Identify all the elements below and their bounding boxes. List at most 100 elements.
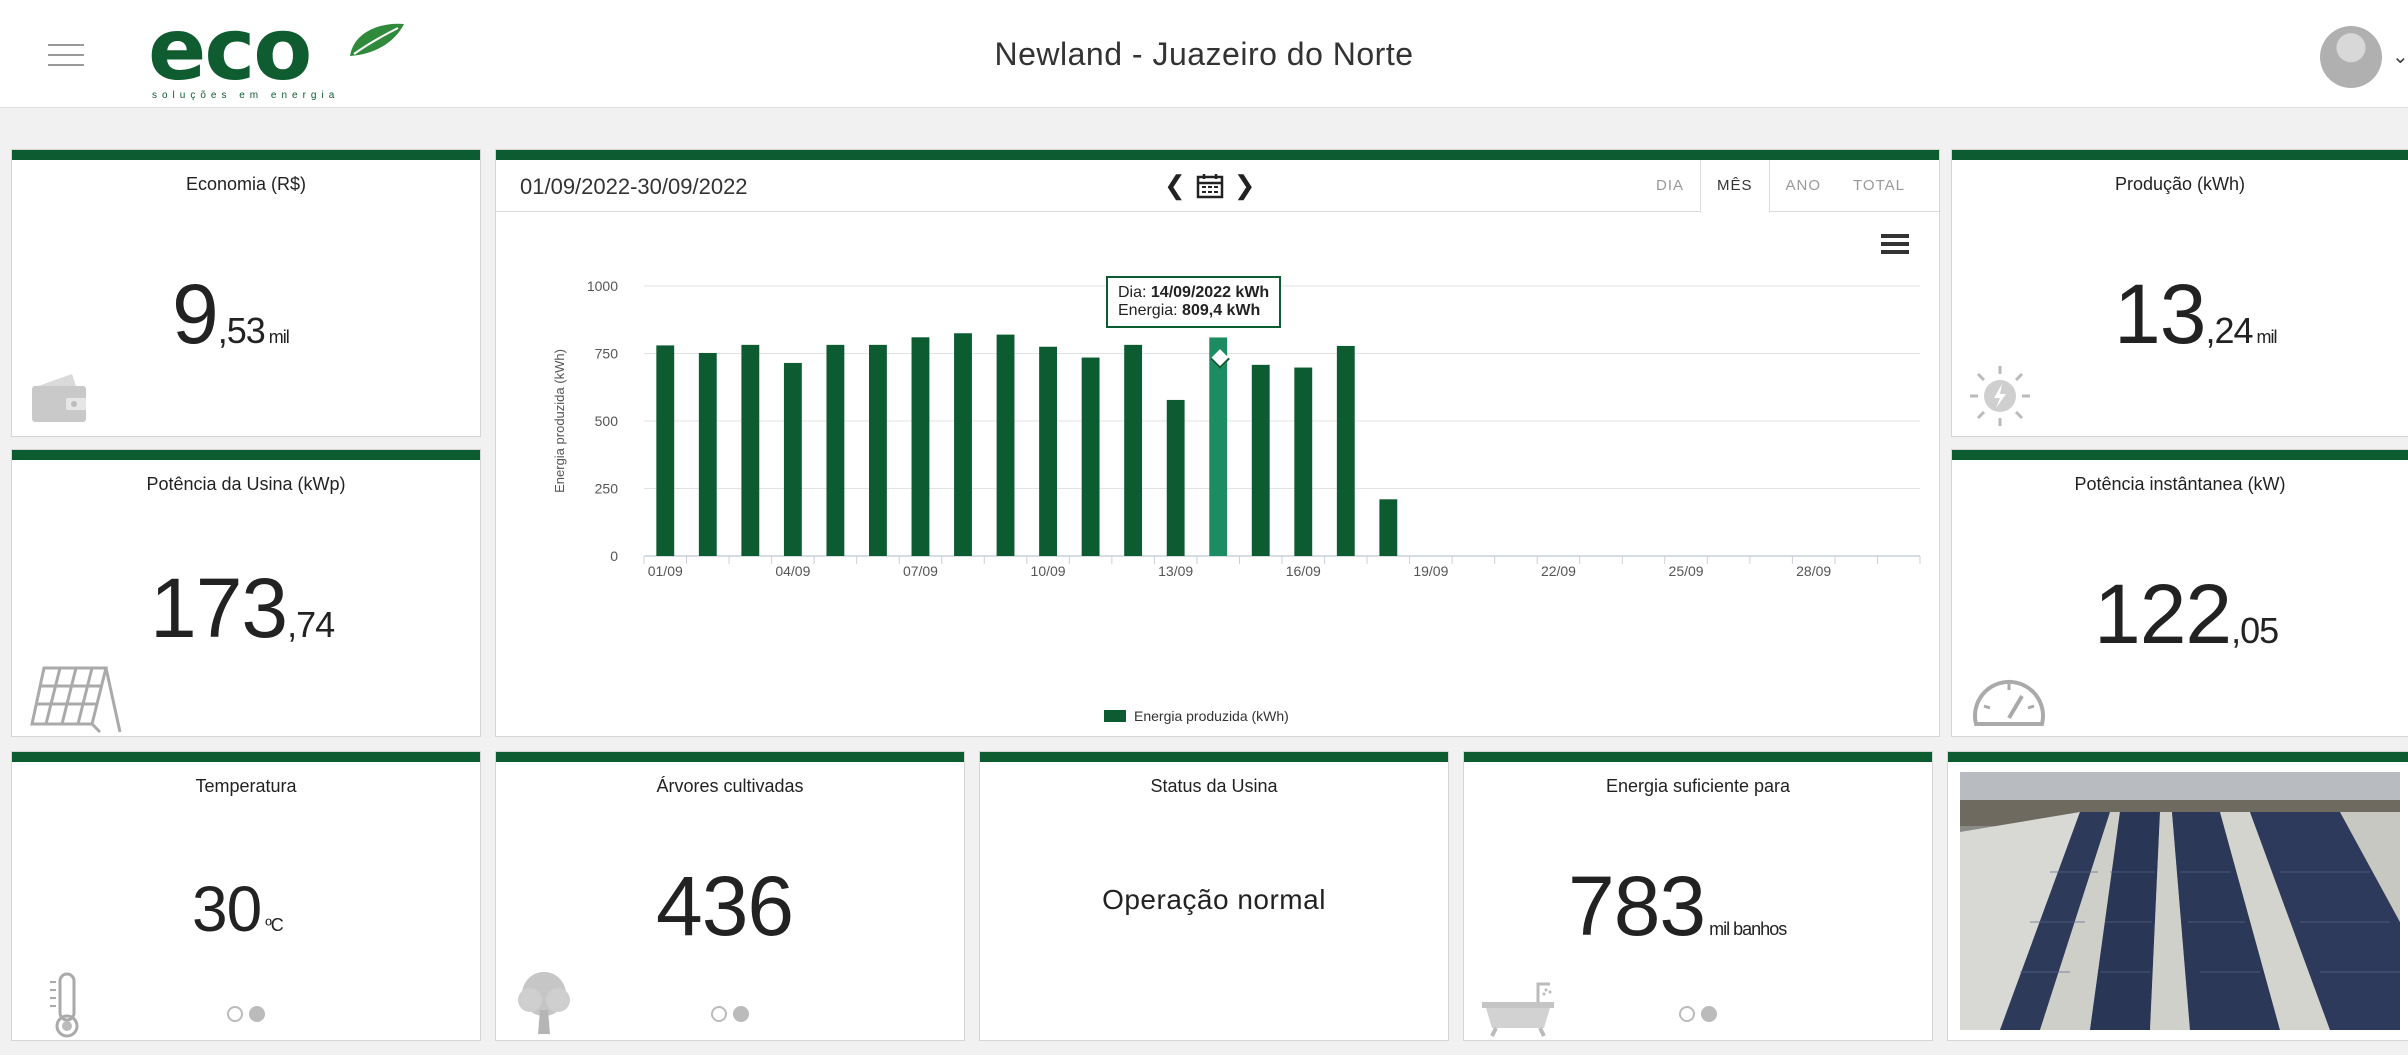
temperatura-card: Temperatura 30 ºC: [12, 752, 480, 1040]
carousel-dot-active[interactable]: [1701, 1006, 1717, 1022]
bar: [1039, 346, 1057, 556]
value-decimal: ,24: [2205, 310, 2253, 351]
tab-total[interactable]: TOTAL: [1837, 160, 1921, 212]
bar: [1336, 345, 1355, 556]
card-title: Status da Usina: [1150, 776, 1278, 796]
bar: [1294, 367, 1313, 556]
solar-plant-photo[interactable]: [1960, 772, 2400, 1030]
carousel-dot[interactable]: [711, 1006, 727, 1022]
period-tabs: DIA MÊS ANO TOTAL: [1640, 160, 1921, 213]
value-integer: 9: [172, 267, 219, 361]
solar-panel-icon: [30, 666, 122, 734]
value-unit: mil: [268, 327, 290, 347]
energy-chart-card: 01/09/2022-30/09/2022 ❮ ❯ DIA MÊS ANO TO…: [496, 150, 1939, 736]
arvores-card: Árvores cultivadas 436: [496, 752, 964, 1040]
tooltip-day-label: Dia:: [1118, 284, 1147, 301]
tooltip-energy-label: Energia:: [1118, 302, 1178, 319]
date-range: 01/09/2022-30/09/2022: [520, 174, 748, 199]
carousel-dot[interactable]: [227, 1006, 243, 1022]
sun-bolt-icon: [1970, 366, 2030, 426]
status-card: Status da Usina Operação normal: [980, 752, 1448, 1040]
value-integer: 13: [2114, 267, 2206, 361]
bar: [1124, 344, 1143, 556]
tab-ano[interactable]: ANO: [1770, 160, 1838, 212]
value-decimal: ,53: [217, 310, 266, 351]
chevron-down-icon[interactable]: ⌄: [2392, 44, 2408, 69]
card-title: Potência da Usina (kWp): [146, 474, 346, 494]
x-tick-label: 28/09: [1796, 563, 1831, 579]
bathtub-icon: [1482, 982, 1554, 1037]
status-value: Operação normal: [1102, 884, 1326, 915]
card-title: Árvores cultivadas: [656, 776, 804, 796]
x-tick-label: 13/09: [1158, 563, 1193, 579]
potencia-instantanea-value: 122,05: [2094, 566, 2279, 663]
tree-icon: [518, 972, 570, 1034]
x-tick-label: 01/09: [648, 563, 683, 579]
bar: [1209, 337, 1228, 556]
speedometer-icon: [1973, 679, 2045, 726]
tooltip-energy-value: 809,4 kWh: [1182, 302, 1261, 319]
y-axis-label: Energia produzida (kWh): [552, 349, 567, 493]
bar: [1166, 399, 1185, 556]
card-title: Temperatura: [195, 776, 297, 796]
thermometer-icon: [50, 972, 79, 1038]
calendar-icon[interactable]: [1196, 173, 1224, 199]
wallet-icon: [32, 374, 86, 422]
bar: [911, 337, 930, 556]
bar: [996, 334, 1015, 556]
value-integer: 122: [2094, 567, 2232, 661]
value-number: 30: [192, 873, 262, 945]
arvores-value: 436: [656, 859, 794, 953]
date-navigation: ❮ ❯: [1164, 170, 1256, 201]
logo-subtitle: soluções em energia: [152, 90, 340, 101]
bar: [1081, 357, 1100, 556]
bar: [954, 333, 972, 556]
plant-photo-card: [1948, 752, 2408, 1040]
x-tick-label: 25/09: [1669, 563, 1704, 579]
energia-suficiente-value: 783 mil banhos: [1568, 858, 1787, 955]
carousel-dots: [1679, 1006, 1717, 1022]
bar: [869, 344, 887, 556]
chart-tooltip: Dia: 14/09/2022 kWh Energia: 809,4 kWh: [1106, 276, 1282, 328]
value-unit: mil: [2256, 327, 2277, 347]
producao-value: 13,24 mil: [2114, 266, 2277, 363]
carousel-dot-active[interactable]: [249, 1006, 265, 1022]
bar: [783, 362, 802, 556]
y-tick-label: 500: [595, 413, 619, 429]
bar: [741, 344, 760, 556]
bar: [698, 352, 717, 556]
carousel-dot-active[interactable]: [733, 1006, 749, 1022]
carousel-dot[interactable]: [1679, 1006, 1695, 1022]
chart-legend[interactable]: Energia produzida (kWh): [1104, 708, 1289, 724]
bar: [826, 344, 845, 556]
y-tick-label: 1000: [587, 278, 618, 294]
producao-card: Produção (kWh) 13,24 mil: [1952, 150, 2408, 436]
chevron-right-icon[interactable]: ❯: [1234, 170, 1256, 201]
value-decimal: ,74: [287, 604, 335, 645]
card-title: Potência instântanea (kW): [2074, 474, 2286, 494]
potencia-instantanea-card: Potência instântanea (kW) 122,05: [1952, 450, 2408, 736]
x-tick-label: 16/09: [1286, 563, 1321, 579]
y-tick-label: 0: [610, 548, 618, 564]
tab-dia[interactable]: DIA: [1640, 160, 1700, 212]
temperatura-value: 30 ºC: [192, 872, 284, 946]
tooltip-day-value: 14/09/2022 kWh: [1150, 284, 1270, 301]
energia-suficiente-card: Energia suficiente para 783 mil banhos: [1464, 752, 1932, 1040]
chevron-left-icon[interactable]: ❮: [1164, 170, 1186, 201]
page-title: Newland - Juazeiro do Norte: [994, 36, 1414, 72]
x-tick-label: 22/09: [1541, 563, 1576, 579]
user-avatar[interactable]: [2320, 26, 2382, 88]
legend-label: Energia produzida (kWh): [1134, 708, 1289, 724]
value-unit: ºC: [265, 915, 284, 935]
potencia-usina-card: Potência da Usina (kWp) 173,74: [12, 450, 480, 736]
economia-card: Economia (R$) 9,53 mil: [12, 150, 480, 436]
value-number: 783: [1568, 859, 1706, 953]
card-title: Energia suficiente para: [1605, 776, 1791, 796]
y-tick-label: 250: [595, 481, 619, 497]
value-unit: mil banhos: [1709, 919, 1787, 939]
bar: [1251, 364, 1270, 556]
value-decimal: ,05: [2231, 610, 2279, 651]
tab-mes[interactable]: MÊS: [1700, 160, 1770, 213]
x-tick-label: 10/09: [1031, 563, 1066, 579]
carousel-dots: [227, 1006, 265, 1022]
